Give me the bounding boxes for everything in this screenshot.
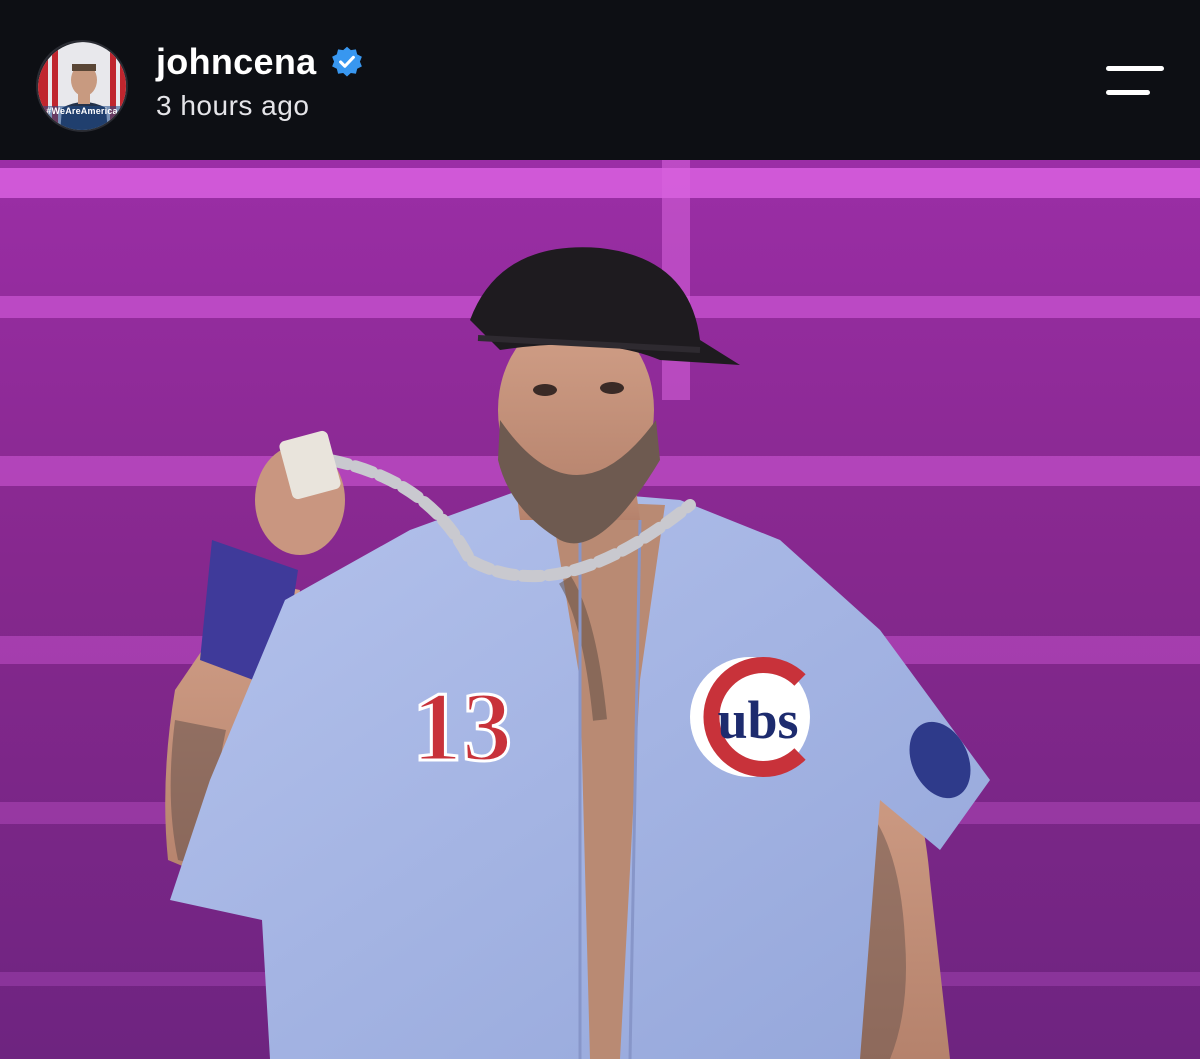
hamburger-menu-icon[interactable] — [1096, 58, 1172, 106]
avatar-image — [38, 42, 126, 130]
username-row: johncena — [156, 40, 364, 84]
menu-bar-top — [1106, 66, 1164, 71]
avatar[interactable]: #WeAreAmerica — [36, 40, 128, 132]
jersey-logo: ubs — [717, 690, 798, 750]
post-timestamp: 3 hours ago — [156, 90, 310, 121]
avatar-caption: #WeAreAmerica — [46, 106, 118, 116]
post-photo[interactable]: 13 ubs — [0, 160, 1200, 1059]
jersey-number: 13 — [412, 671, 512, 782]
username-link[interactable]: johncena — [156, 41, 316, 83]
post-header: #WeAreAmerica johncena 3 hours ago — [0, 0, 1200, 160]
post-screen: #WeAreAmerica johncena 3 hours ago 13 ub… — [0, 0, 1200, 1059]
post-photo-image: 13 ubs — [0, 160, 1200, 1059]
verified-badge-icon — [332, 46, 363, 77]
menu-bar-bottom — [1106, 90, 1150, 95]
